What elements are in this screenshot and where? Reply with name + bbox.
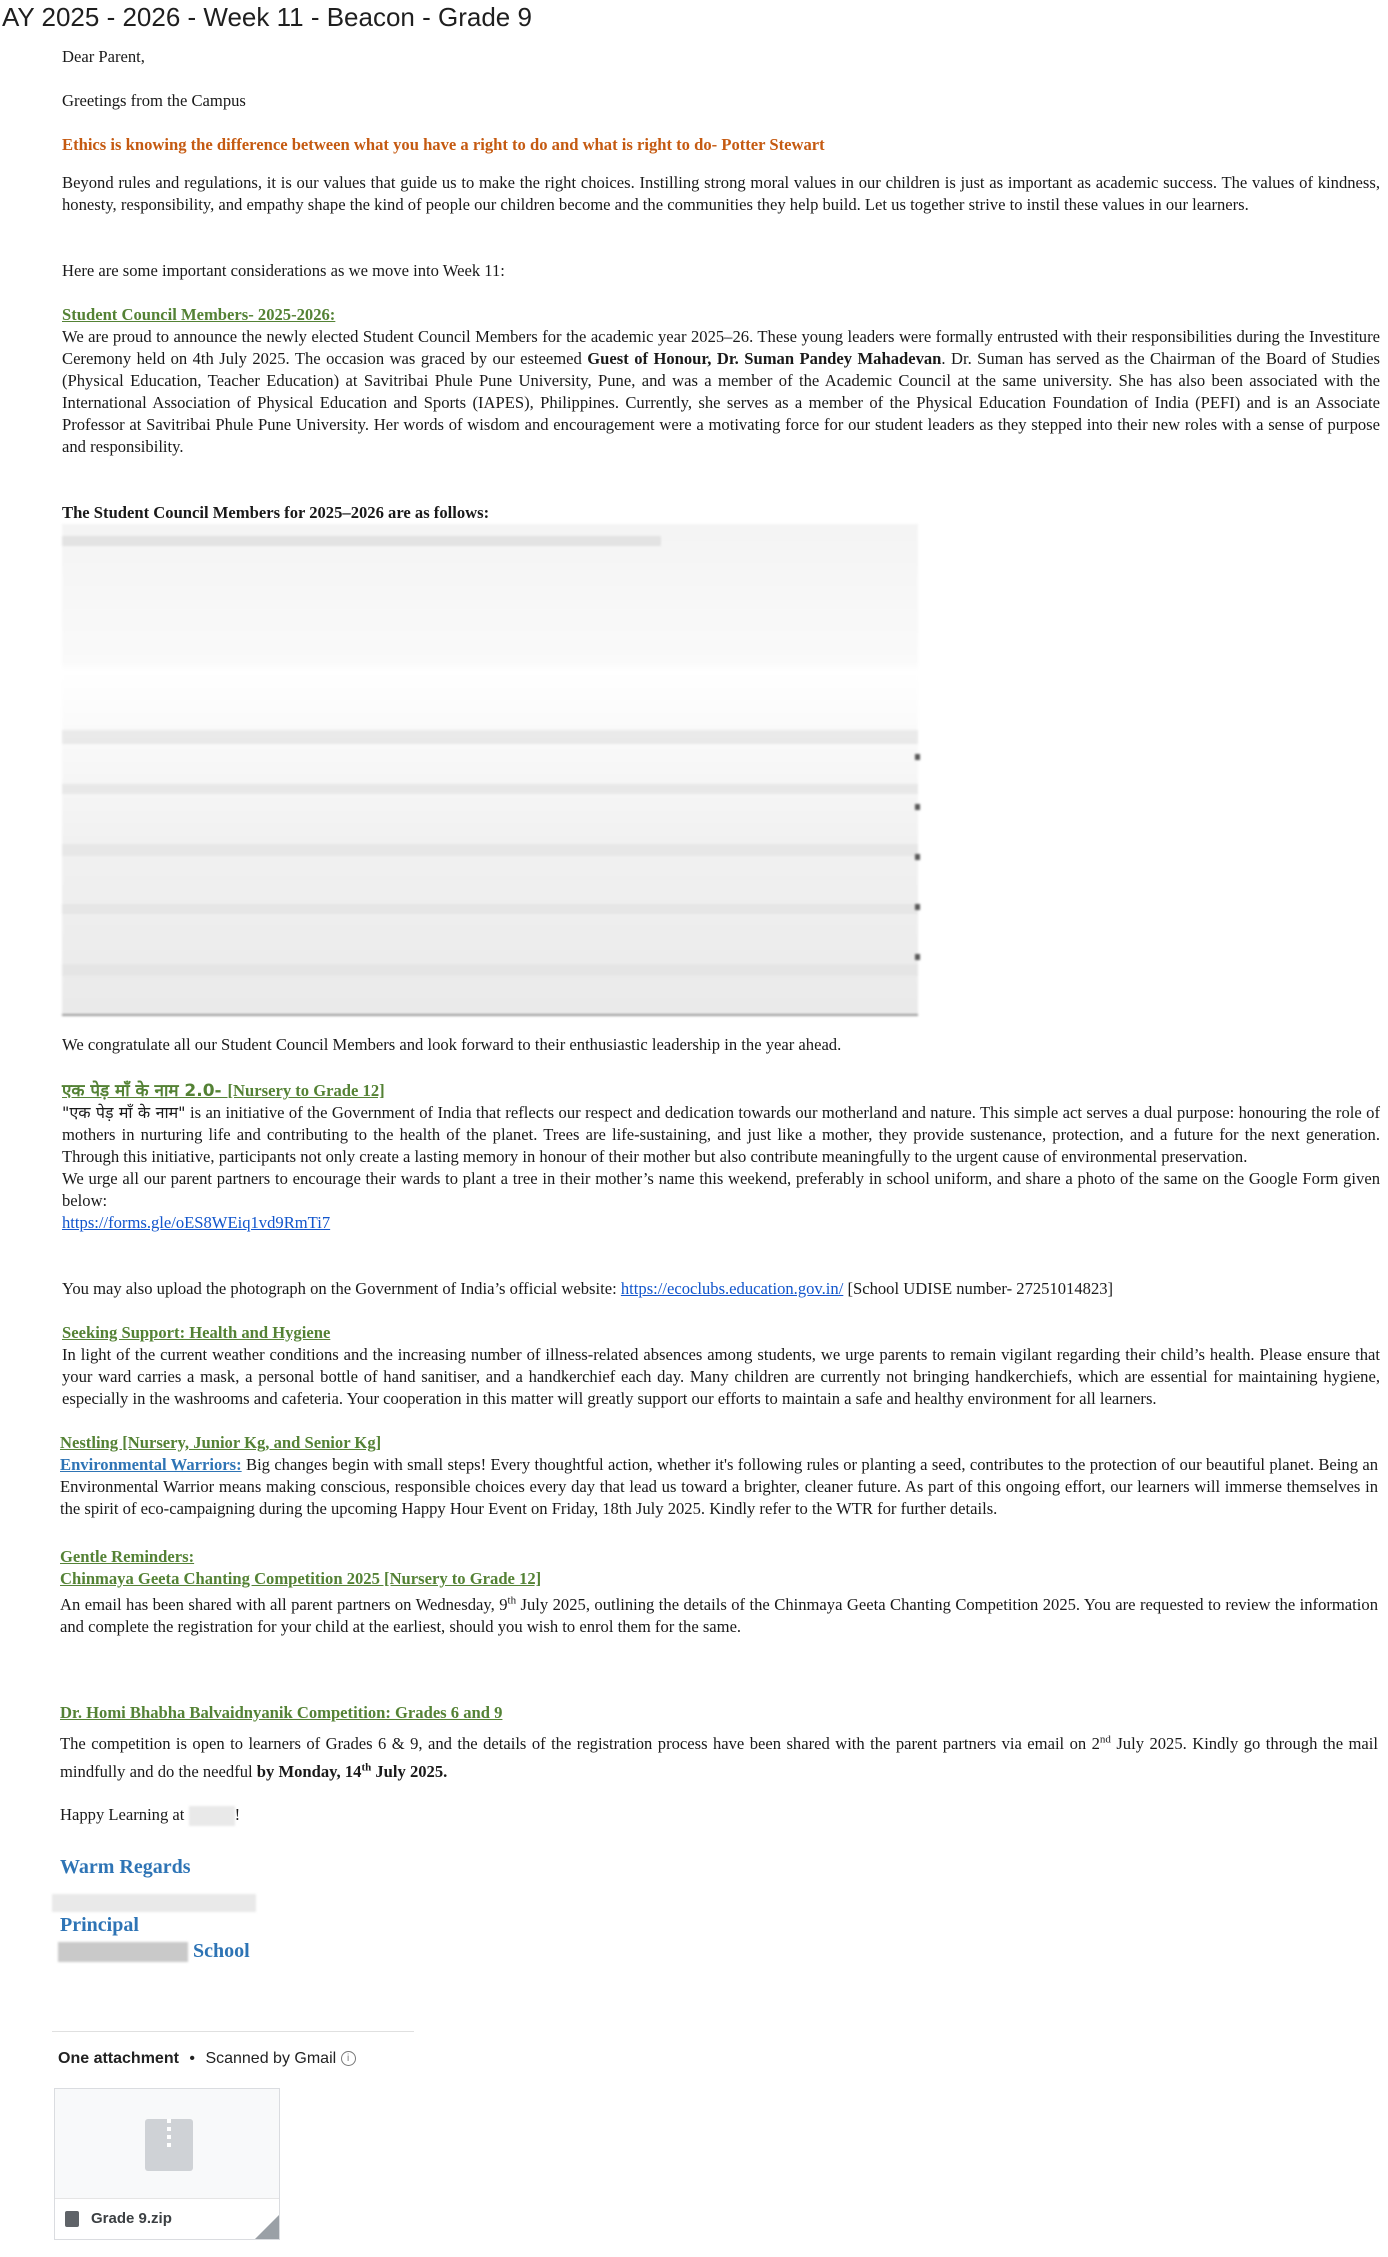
tree-urge: We urge all our parent partners to encou… [62,1169,1380,1210]
school-label: School [193,1940,250,1962]
geeta-heading: Chinmaya Geeta Chanting Competition 2025… [60,1569,542,1588]
health-section: Seeking Support: Health and Hygiene In l… [62,1322,1380,1410]
intro-paragraph: Beyond rules and regulations, it is our … [62,173,1380,214]
homi-deadline-a: by Monday, 14 [256,1762,362,1781]
geeta-text: An email has been shared with all parent… [60,1594,1378,1638]
homi-section: Dr. Homi Bhabha Balvaidnyanik Competitio… [60,1702,1378,1786]
homi-text-a: The competition is open to learners of G… [60,1734,1100,1753]
environmental-warriors-label: Environmental Warriors: [60,1455,242,1474]
tree-heading-range: [Nursery to Grade 12] [227,1081,385,1100]
principal-label: Principal [60,1914,139,1936]
council-heading: Student Council Members- 2025-2026: [62,305,336,324]
health-text: In light of the current weather conditio… [62,1345,1380,1408]
attachment-count: One attachment [58,2050,179,2067]
ethics-quote: Ethics is knowing the difference between… [62,135,825,154]
guest-of-honour: Guest of Honour, Dr. Suman Pandey Mahade… [587,349,942,368]
members-heading: The Student Council Members for 2025–202… [62,503,490,522]
zip-file-icon [145,2119,193,2171]
homi-text: The competition is open to learners of G… [60,1730,1378,1786]
homi-deadline-b: July 2025. [371,1762,448,1781]
info-icon[interactable]: i [340,2051,356,2067]
happy-learning: Happy Learning at ! [60,1804,1378,1827]
ecoclubs-link[interactable]: https://ecoclubs.education.gov.in/ [621,1279,843,1298]
greeting: Dear Parent, [62,47,145,66]
reminders-section: Gentle Reminders: Chinmaya Geeta Chantin… [60,1546,1378,1638]
geeta-text-a: An email has been shared with all parent… [60,1595,508,1614]
homi-deadline-sup: th [361,1761,372,1774]
nestling-text: Big changes begin with small steps! Ever… [60,1455,1379,1518]
upload-text-a: You may also upload the photograph on th… [62,1279,621,1298]
google-form-link[interactable]: https://forms.gle/oES8WEiq1vd9RmTi7 [62,1213,330,1232]
homi-deadline: by Monday, 14th July 2025. [257,1762,448,1781]
attachment-divider [52,2031,414,2032]
happy-learning-exclaim: ! [234,1805,241,1824]
tree-heading-hindi: एक पेड़ माँ के नाम 2.0- [62,1081,228,1101]
upload-line: You may also upload the photograph on th… [62,1278,1380,1300]
tree-quote-hindi: "एक पेड़ माँ के नाम" [62,1103,186,1122]
health-heading: Seeking Support: Health and Hygiene [62,1323,331,1342]
signature-redacted [52,1894,256,1912]
attachment-separator: • [189,2050,195,2067]
tree-heading: एक पेड़ माँ के नाम 2.0- [Nursery to Grad… [62,1081,385,1101]
scanned-by-gmail: Scanned by Gmail [205,2050,337,2067]
congrats-line: We congratulate all our Student Council … [62,1035,842,1054]
tree-section: एक पेड़ माँ के नाम 2.0- [Nursery to Grad… [62,1080,1380,1234]
nestling-section: Nestling [Nursery, Junior Kg, and Senior… [60,1432,1378,1520]
geeta-sup: th [507,1594,517,1607]
attachment-card[interactable]: Grade 9.zip [54,2088,280,2240]
attachment-file-name: Grade 9.zip [91,2210,172,2227]
considerations-line: Here are some important considerations a… [62,261,505,280]
warm-regards: Warm Regards [60,1856,191,1878]
archive-icon [65,2211,79,2227]
homi-heading: Dr. Homi Bhabha Balvaidnyanik Competitio… [60,1703,503,1722]
attachment-footer: Grade 9.zip [55,2198,279,2239]
school-name-redacted [188,1806,235,1827]
attachment-header: One attachment • Scanned by Gmail i [58,2050,356,2068]
school-signature: School [58,1940,1376,1963]
school-name-redacted-2 [58,1942,188,1963]
tree-text: is an initiative of the Government of In… [62,1103,1380,1166]
greeting-campus: Greetings from the Campus [62,91,246,110]
card-corner-fold [255,2215,279,2239]
reminders-heading: Gentle Reminders: [60,1547,195,1566]
nestling-heading: Nestling [Nursery, Junior Kg, and Senior… [60,1433,382,1452]
upload-text-b: [School UDISE number- 27251014823] [843,1279,1114,1298]
happy-learning-text: Happy Learning at [60,1805,189,1824]
council-section: Student Council Members- 2025-2026: We a… [62,304,1380,458]
homi-sup: nd [1099,1733,1111,1746]
council-members-image [62,524,920,1016]
email-subject: AY 2025 - 2026 - Week 11 - Beacon - Grad… [2,2,532,32]
